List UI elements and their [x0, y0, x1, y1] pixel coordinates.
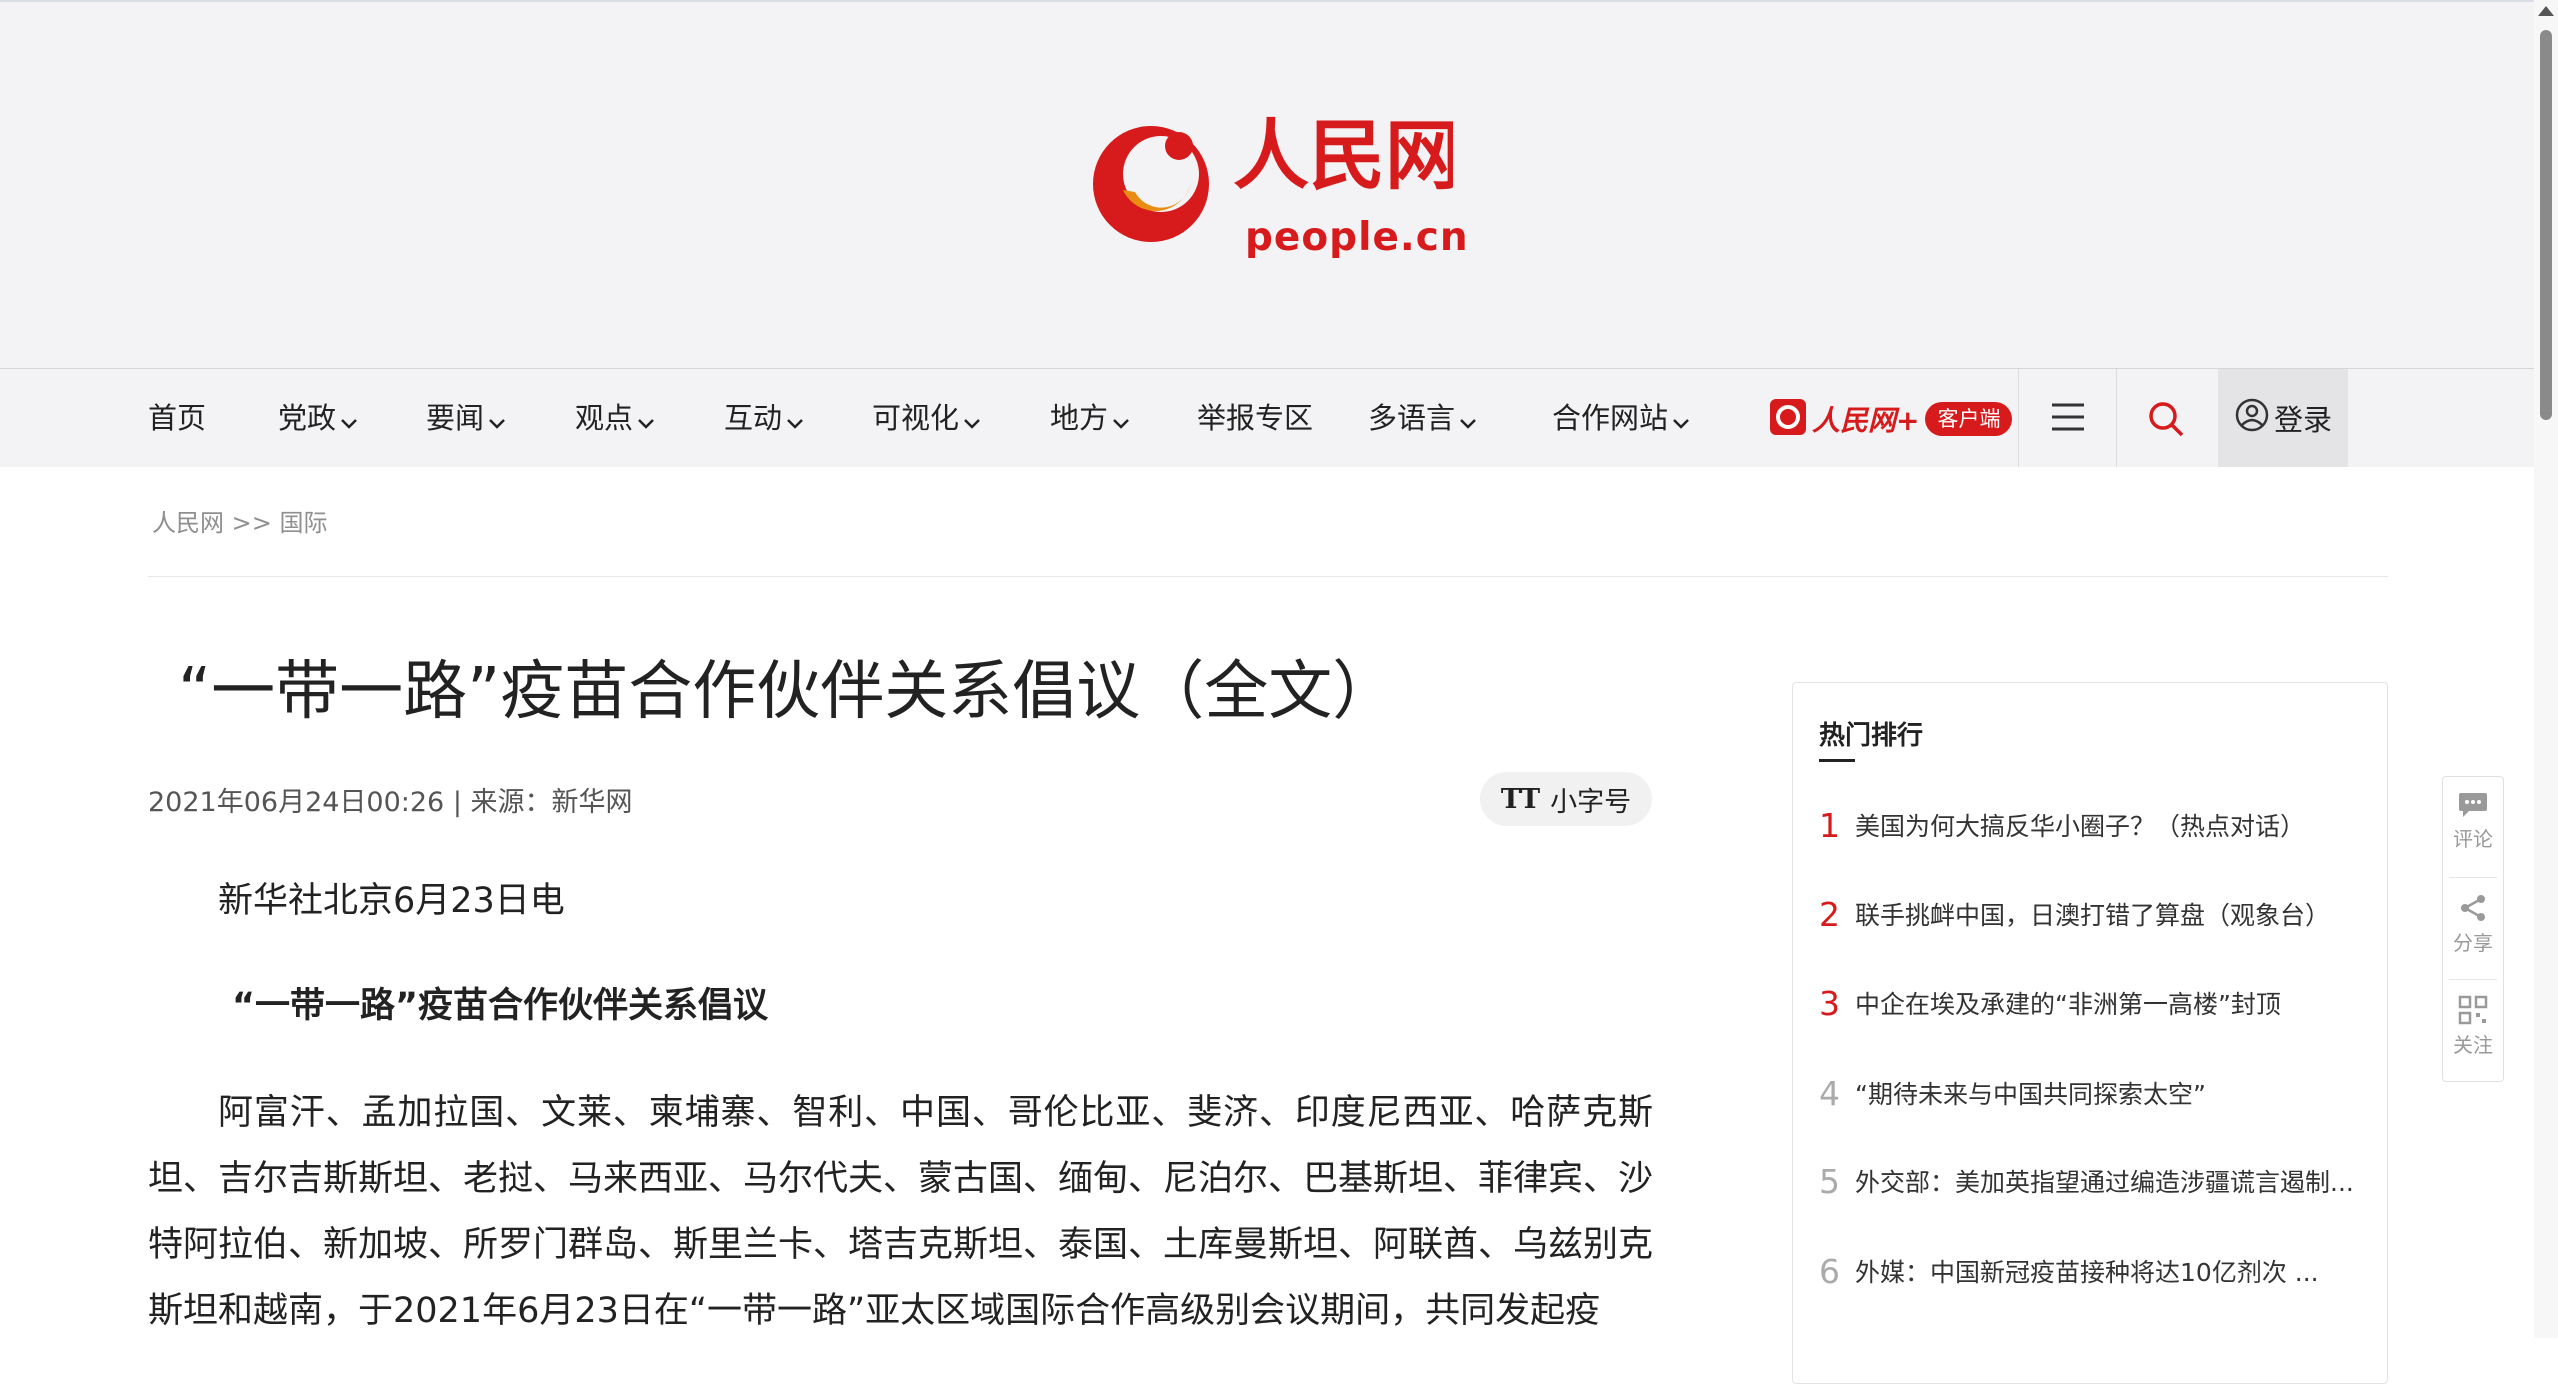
- nav-headlines[interactable]: 要闻: [426, 369, 506, 467]
- nav-divider: [2116, 369, 2117, 467]
- breadcrumb-root[interactable]: 人民网: [152, 509, 224, 537]
- comment-label: 评论: [2453, 827, 2493, 851]
- divider: [148, 576, 2388, 577]
- ranking-item[interactable]: 1 美国为何大搞反华小圈子？（热点对话）: [1819, 795, 2359, 855]
- search-icon[interactable]: [2146, 399, 2186, 439]
- qrcode-icon: [2443, 995, 2503, 1025]
- scrollbar-thumb[interactable]: [2540, 30, 2552, 420]
- hot-ranking-panel: 热门排行 1 美国为何大搞反华小圈子？（热点对话） 2 联手挑衅中国，日澳打错了算盘…: [1792, 682, 2388, 1384]
- ranking-title: 热门排行: [1819, 721, 1924, 751]
- scroll-up-arrow[interactable]: [2538, 6, 2554, 16]
- ranking-item[interactable]: 4 “期待未来与中国共同探索太空”: [1819, 1063, 2359, 1123]
- nav-home[interactable]: 首页: [148, 369, 206, 467]
- login-label: 登录: [2273, 403, 2332, 437]
- comment-icon: [2443, 791, 2503, 819]
- share-label: 分享: [2453, 931, 2493, 955]
- meta-separator: |: [452, 787, 462, 818]
- logo-domain: people.cn: [1245, 215, 1469, 260]
- article-title: “一带一路”疫苗合作伙伴关系倡议（全文）: [178, 655, 1397, 729]
- tool-divider: [2449, 979, 2497, 980]
- follow-button[interactable]: 关注: [2443, 981, 2503, 1079]
- people-logo[interactable]: 人民网 people.cn: [1083, 112, 1468, 262]
- article-subtitle: “一带一路”疫苗合作伙伴关系倡议: [232, 986, 769, 1026]
- ranking-title-underline: [1819, 759, 1855, 762]
- chevron-down-icon: [340, 371, 358, 469]
- nav-partners[interactable]: 合作网站: [1552, 369, 1690, 467]
- nav-interact[interactable]: 互动: [724, 369, 804, 467]
- app-download-badge[interactable]: 人民网+ 客户端: [1770, 399, 2013, 439]
- article-meta: 2021年06月24日00:26 | 来源：新华网: [148, 780, 633, 819]
- nav-opinion[interactable]: 观点: [575, 369, 655, 467]
- nav-divider: [2018, 369, 2019, 467]
- breadcrumb-separator: >>: [231, 509, 272, 537]
- breadcrumb: 人民网 >> 国际: [152, 503, 328, 538]
- ranking-item[interactable]: 2 联手挑衅中国，日澳打错了算盘（观象台）: [1819, 884, 2359, 944]
- app-pill: 客户端: [1925, 402, 2013, 436]
- app-logo-icon: [1770, 399, 1806, 439]
- svg-text:人民网: 人民网: [1233, 112, 1453, 200]
- breadcrumb-section[interactable]: 国际: [280, 509, 328, 537]
- chevron-down-icon: [637, 371, 655, 469]
- chevron-down-icon: [488, 371, 506, 469]
- logo-wordmark: 人民网: [1233, 112, 1453, 200]
- side-toolbar: 评论 分享 关注: [2442, 776, 2504, 1082]
- font-size-label: 小字号: [1550, 786, 1632, 818]
- nav-local[interactable]: 地方: [1050, 369, 1130, 467]
- chevron-down-icon: [1459, 371, 1477, 469]
- user-icon: [2234, 397, 2270, 440]
- share-icon: [2443, 893, 2503, 923]
- login-button[interactable]: 登录: [2218, 369, 2348, 467]
- nav-visual[interactable]: 可视化: [872, 369, 981, 467]
- nav-party-gov[interactable]: 党政: [278, 369, 358, 467]
- text-size-icon: TT: [1500, 783, 1541, 815]
- hamburger-icon[interactable]: [2050, 399, 2086, 435]
- ranking-item[interactable]: 5 外交部：美加英指望通过编造涉疆谎言遏制...: [1819, 1151, 2359, 1211]
- tool-divider: [2449, 877, 2497, 878]
- nav-report[interactable]: 举报专区: [1197, 369, 1313, 467]
- article-body: 阿富汗、孟加拉国、文莱、柬埔寨、智利、中国、哥伦比亚、斐济、印度尼西亚、哈萨克斯…: [148, 1093, 1654, 1331]
- publish-date: 2021年06月24日00:26: [148, 787, 445, 818]
- font-size-toggle[interactable]: TT 小字号: [1480, 772, 1652, 826]
- ranking-item[interactable]: 6 外媒：中国新冠疫苗接种将达10亿剂次 ...: [1819, 1241, 2359, 1301]
- article-dateline: 新华社北京6月23日电: [218, 881, 565, 921]
- app-name: 人民网+: [1812, 404, 1920, 437]
- chevron-down-icon: [1112, 371, 1130, 469]
- source-label: 来源：: [470, 787, 552, 818]
- chevron-down-icon: [963, 371, 981, 469]
- ranking-item[interactable]: 3 中企在埃及承建的“非洲第一高楼”封顶: [1819, 973, 2359, 1033]
- source-link[interactable]: 新华网: [552, 787, 633, 818]
- header-banner: 人民网 people.cn: [0, 0, 2534, 370]
- logo-swirl-icon: [1093, 126, 1209, 242]
- nav-languages[interactable]: 多语言: [1368, 369, 1477, 467]
- chevron-down-icon: [1672, 371, 1690, 469]
- share-button[interactable]: 分享: [2443, 879, 2503, 977]
- follow-label: 关注: [2453, 1033, 2493, 1057]
- chevron-down-icon: [786, 371, 804, 469]
- main-nav: 首页 党政 要闻 观点 互动 可视化 地方 举报专区 多语言 合作网站 人民网+…: [0, 368, 2534, 467]
- comment-button[interactable]: 评论: [2443, 777, 2503, 875]
